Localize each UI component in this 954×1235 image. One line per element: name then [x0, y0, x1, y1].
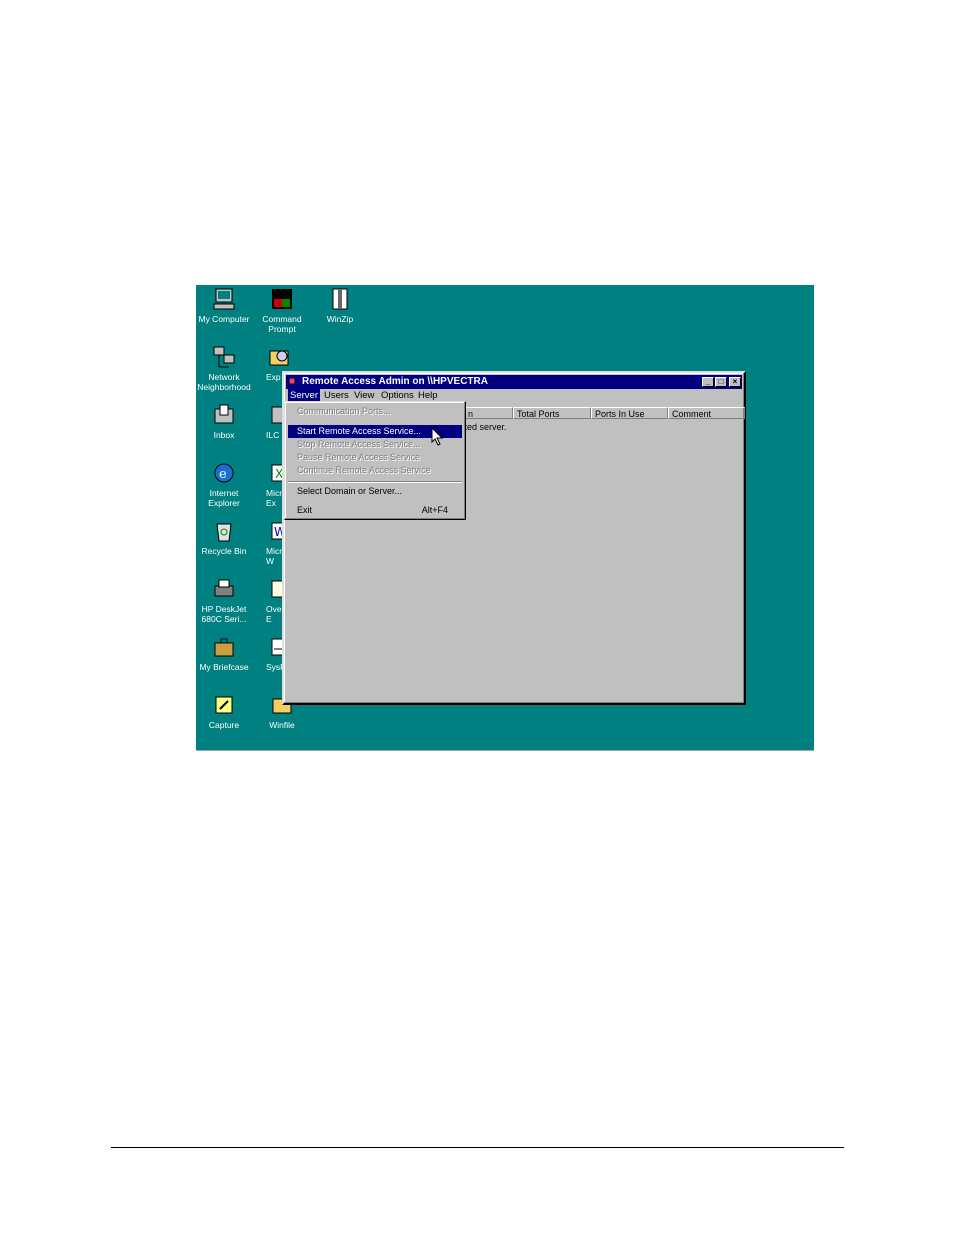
- desktop-icon-internet-explorer[interactable]: e Internet Explorer: [196, 461, 254, 508]
- my-computer-icon: [212, 287, 236, 311]
- menu-item-exit-label: Exit: [297, 505, 313, 515]
- menu-item-exit[interactable]: Exit Alt+F4: [288, 504, 462, 517]
- desktop-icon-command-prompt[interactable]: Command Prompt: [252, 287, 312, 334]
- menu-item-communication-ports[interactable]: Communication Ports...: [288, 405, 462, 418]
- inbox-icon: [212, 403, 236, 427]
- column-header-server[interactable]: n: [464, 407, 513, 419]
- menu-item-pause-remote-access-service[interactable]: Pause Remote Access Service: [288, 451, 462, 464]
- menu-item-select-domain-or-server[interactable]: Select Domain or Server...: [288, 485, 462, 498]
- column-header-total-ports[interactable]: Total Ports: [513, 407, 591, 419]
- menu-separator: [288, 481, 462, 483]
- mouse-pointer-icon: [431, 426, 445, 447]
- window-titlebar[interactable]: ■ Remote Access Admin on \\HPVECTRA _ □ …: [286, 375, 742, 389]
- app-icon: ■: [289, 376, 296, 387]
- list-status-text: cted server.: [460, 422, 507, 432]
- desktop-icon-inbox[interactable]: Inbox: [196, 403, 254, 440]
- desktop-icon-winzip[interactable]: WinZip: [310, 287, 370, 324]
- explorer-icon: [268, 345, 292, 369]
- server-menu-dropdown: Communication Ports... Start Remote Acce…: [284, 401, 466, 520]
- column-header-comment[interactable]: Comment: [668, 407, 745, 419]
- recycle-bin-icon: [212, 519, 236, 543]
- window-title: Remote Access Admin on \\HPVECTRA: [302, 376, 488, 387]
- menu-item-exit-shortcut: Alt+F4: [421, 505, 448, 515]
- desktop-icon-recycle-bin[interactable]: Recycle Bin: [196, 519, 254, 556]
- capture-icon: [212, 693, 236, 717]
- svg-text:e: e: [219, 467, 227, 482]
- desktop-icon-hp-deskjet[interactable]: HP DeskJet 680C Seri...: [196, 577, 254, 624]
- winzip-icon: [328, 287, 352, 311]
- menu-item-continue-remote-access-service[interactable]: Continue Remote Access Service: [288, 464, 462, 477]
- maximize-button[interactable]: □: [715, 377, 727, 387]
- hp-deskjet-icon: [212, 577, 236, 601]
- network-neighborhood-icon: [212, 345, 236, 369]
- minimize-button[interactable]: _: [702, 377, 714, 387]
- footer-rule: [111, 1147, 844, 1148]
- list-header: n Total Ports Ports In Use Comment: [464, 407, 745, 419]
- desktop-icon-my-computer[interactable]: My Computer: [196, 287, 254, 324]
- command-prompt-icon: [270, 287, 294, 311]
- desktop-icon-capture[interactable]: Capture: [196, 693, 254, 730]
- desktop-icon-my-briefcase[interactable]: My Briefcase: [196, 635, 254, 672]
- my-briefcase-icon: [212, 635, 236, 659]
- desktop-icon-network-neighborhood[interactable]: Network Neighborhood: [196, 345, 254, 392]
- internet-explorer-icon: e: [212, 461, 236, 485]
- close-button[interactable]: ×: [729, 377, 741, 387]
- column-header-ports-in-use[interactable]: Ports In Use: [591, 407, 668, 419]
